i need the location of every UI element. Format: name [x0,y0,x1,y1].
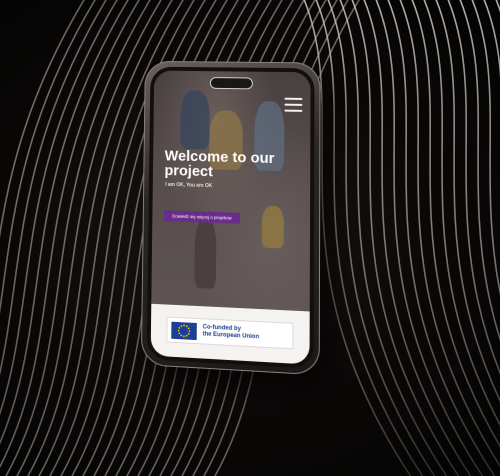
wave-line [0,0,134,476]
wave-line [6,0,156,476]
footer: Co-funded by the European Union [151,304,310,365]
eu-star [180,335,182,337]
phone-screen: Welcome to our project I am OK, You are … [151,71,311,365]
eu-star [180,325,182,327]
eu-funding-badge: Co-funded by the European Union [166,316,293,349]
render-stage: Welcome to our project I am OK, You are … [0,0,500,476]
wave-line [0,0,101,476]
hamburger-menu-icon[interactable] [284,98,302,114]
wave-line [0,0,112,476]
eu-star [178,332,180,334]
eu-star [186,335,188,337]
eu-star [179,327,181,329]
eu-star [188,333,190,335]
wave-line [0,0,123,476]
eu-star [189,330,191,332]
wave-line [396,0,500,476]
dynamic-island [210,77,253,89]
eu-star [188,327,190,329]
phone-body: Welcome to our project I am OK, You are … [141,61,321,376]
phone-mockup: Welcome to our project I am OK, You are … [141,61,351,398]
eu-funding-text: Co-funded by the European Union [203,324,291,343]
menu-line [284,110,302,112]
eu-star [183,324,185,326]
eu-star [178,330,180,332]
page-title: Welcome to our project [164,149,282,182]
eu-stars [171,322,197,340]
eu-star [186,325,188,327]
menu-line [284,104,302,106]
menu-line [284,98,302,100]
wave-line [468,0,500,476]
eu-star [183,335,185,337]
eu-flag-icon [171,322,197,340]
